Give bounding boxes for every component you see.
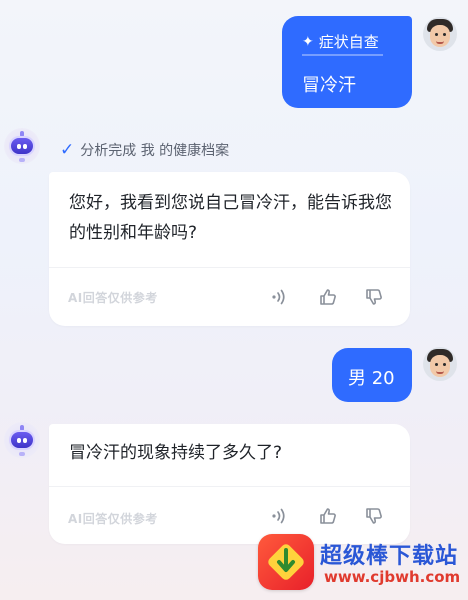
watermark-title: 超级棒下载站 [320, 544, 459, 569]
ai-disclaimer: AI回答仅供参考 [68, 291, 158, 305]
symptom-check-tag[interactable]: ✦ 症状自查 [302, 31, 383, 56]
site-watermark: 超级棒下载站 www.cjbwh.com [258, 534, 468, 594]
card-divider [49, 267, 410, 268]
assistant-avatar [4, 422, 40, 458]
user-avatar [423, 17, 457, 51]
thumbs-up-icon[interactable] [316, 285, 340, 309]
thumbs-up-icon[interactable] [316, 504, 340, 528]
speaker-icon[interactable] [267, 504, 291, 528]
thumbs-down-icon[interactable] [362, 504, 386, 528]
assistant-message-text: 您好，我看到您说自己冒冷汗，能告诉我您的性别和年龄吗? [69, 193, 392, 243]
user-message-text: 冒冷汗 [302, 75, 356, 96]
checkmark-icon: ✓ [60, 140, 75, 160]
symptom-check-label: 症状自查 [318, 33, 379, 51]
speaker-icon[interactable] [267, 285, 291, 309]
card-divider [49, 486, 410, 487]
sparkle-icon: ✦ [302, 33, 314, 50]
user-message-bubble: 男 20 [332, 348, 412, 402]
user-message-text: 男 20 [348, 368, 395, 389]
ai-disclaimer: AI回答仅供参考 [68, 512, 158, 526]
thumbs-down-icon[interactable] [362, 285, 386, 309]
analysis-status-text: 分析完成 我 的健康档案 [80, 143, 230, 159]
assistant-message-text: 冒冷汗的现象持续了多久了? [69, 443, 283, 463]
assistant-avatar [4, 128, 40, 164]
assistant-message-card: 冒冷汗的现象持续了多久了? AI回答仅供参考 [49, 424, 410, 544]
analysis-status[interactable]: ✓ 分析完成 我 的健康档案 [60, 140, 229, 160]
watermark-url: www.cjbwh.com [324, 568, 461, 586]
user-message-bubble: ✦ 症状自查 冒冷汗 [282, 16, 412, 108]
watermark-logo-icon [258, 534, 314, 590]
user-avatar [423, 347, 457, 381]
assistant-message-card: 您好，我看到您说自己冒冷汗，能告诉我您的性别和年龄吗? AI回答仅供参考 [49, 172, 410, 326]
